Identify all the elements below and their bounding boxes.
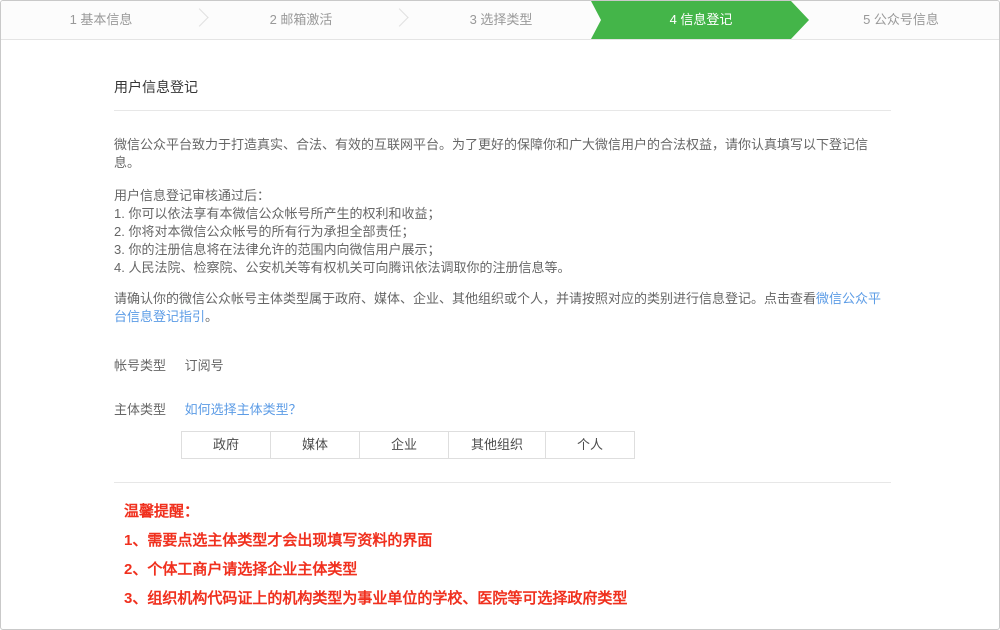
confirm-text: 请确认你的微信公众帐号主体类型属于政府、媒体、企业、其他组织或个人，并请按照对应… [114,291,816,306]
subject-option-government[interactable]: 政府 [182,432,271,459]
warm-reminder-item: 1、需要点选主体类型才会出现填写资料的界面 [124,526,891,555]
review-term-item: 3. 你的注册信息将在法律允许的范围内向微信用户展示； [114,241,891,259]
registration-page: 1 基本信息 2 邮箱激活 3 选择类型 4 信息登记 5 公众号信息 用户信息… [0,0,1000,630]
subject-type-options: 政府 媒体 企业 其他组织 个人 [181,431,635,459]
step-2-email-activation: 2 邮箱激活 [201,1,401,39]
intro-paragraph: 微信公众平台致力于打造真实、合法、有效的互联网平台。为了更好的保障你和广大微信用… [114,136,891,172]
subject-option-individual[interactable]: 个人 [546,432,635,459]
step-1-basic-info: 1 基本信息 [1,1,201,39]
account-type-value: 订阅号 [185,358,224,373]
main-content: 用户信息登记 微信公众平台致力于打造真实、合法、有效的互联网平台。为了更好的保障… [114,77,891,613]
review-term-item: 2. 你将对本微信公众帐号的所有行为承担全部责任； [114,223,891,241]
step-label: 4 信息登记 [670,12,733,27]
review-term-item: 1. 你可以依法享有本微信公众帐号所产生的权利和收益； [114,205,891,223]
subject-option-media[interactable]: 媒体 [271,432,360,459]
account-type-row: 帐号类型 订阅号 [114,355,891,374]
warm-reminder-block: 温馨提醒： 1、需要点选主体类型才会出现填写资料的界面 2、个体工商户请选择企业… [124,497,891,613]
section-divider [114,482,891,483]
how-to-choose-subject-type-link[interactable]: 如何选择主体类型？ [185,402,302,417]
subject-option-other-org[interactable]: 其他组织 [449,432,546,459]
confirm-paragraph: 请确认你的微信公众帐号主体类型属于政府、媒体、企业、其他组织或个人，并请按照对应… [114,290,891,326]
step-progress-bar: 1 基本信息 2 邮箱激活 3 选择类型 4 信息登记 5 公众号信息 [1,1,999,40]
step-label: 2 邮箱激活 [270,12,333,27]
step-3-select-type: 3 选择类型 [401,1,601,39]
confirm-suffix: 。 [205,309,218,324]
subject-type-row: 主体类型 如何选择主体类型？ [114,399,891,418]
subject-type-label: 主体类型 [114,399,166,418]
warm-reminder-item: 3、组织机构代码证上的机构类型为事业单位的学校、医院等可选择政府类型 [124,584,891,613]
step-5-account-info: 5 公众号信息 [801,1,1000,39]
account-type-label: 帐号类型 [114,355,166,374]
warm-reminder-item: 2、个体工商户请选择企业主体类型 [124,555,891,584]
subject-option-enterprise[interactable]: 企业 [360,432,449,459]
review-terms-title: 用户信息登记审核通过后： [114,187,891,205]
warm-reminder-title: 温馨提醒： [124,497,891,526]
step-label: 1 基本信息 [70,12,133,27]
review-terms-block: 用户信息登记审核通过后： 1. 你可以依法享有本微信公众帐号所产生的权利和收益；… [114,187,891,277]
review-term-item: 4. 人民法院、检察院、公安机关等有权机关可向腾讯依法调取你的注册信息等。 [114,259,891,277]
step-label: 5 公众号信息 [863,12,939,27]
step-4-info-registration: 4 信息登记 [601,1,801,39]
step-label: 3 选择类型 [470,12,533,27]
page-title: 用户信息登记 [114,77,891,111]
